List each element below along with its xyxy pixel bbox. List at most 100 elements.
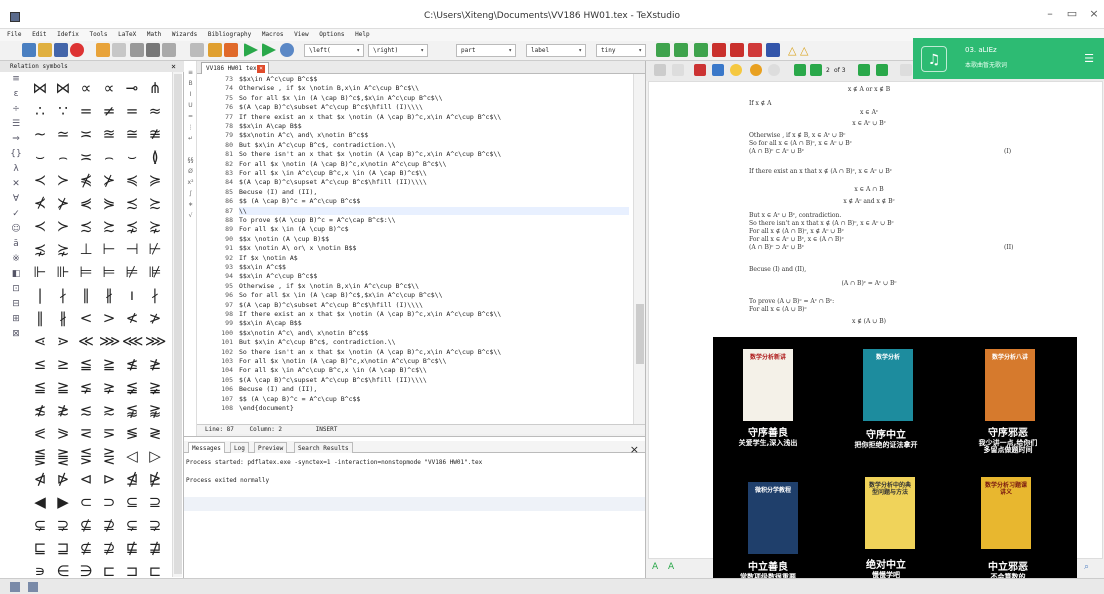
symbol-button[interactable]: ⪌ [53, 445, 73, 467]
code-line[interactable]: If there exist an x that $x \notin (A \c… [239, 113, 501, 121]
compile-icon[interactable] [224, 43, 238, 57]
code-line[interactable]: To prove $(A \cup B)^c = A^c\cap B^c$:\\ [239, 216, 396, 224]
close-button[interactable]: × [1084, 6, 1104, 22]
code-line[interactable]: \\ [239, 206, 629, 215]
symbol-button[interactable]: ⊁ [53, 192, 73, 214]
code-line[interactable]: Becuse (I) and (II), [239, 188, 317, 196]
code-line[interactable]: If $x \notin A$ [239, 254, 298, 262]
symbol-button[interactable]: ≪ [76, 330, 96, 352]
symbol-button[interactable]: ⪋ [30, 445, 50, 467]
code-line[interactable]: $(A \cap B)^c\subset A^c\cup B^c$\hfill … [239, 103, 423, 111]
run-icon[interactable] [244, 43, 258, 57]
symbol-button[interactable]: ⋛ [99, 445, 119, 467]
symbol-button[interactable]: ⪖ [53, 422, 73, 444]
symbol-button[interactable]: ≠ [99, 100, 119, 122]
align-icon[interactable] [748, 43, 762, 57]
format-icon[interactable]: ⋮ [186, 124, 195, 133]
symbol-button[interactable]: ⊸ [122, 77, 142, 99]
symbol-button[interactable]: ≤ [30, 353, 50, 375]
menu-options[interactable]: Options [319, 29, 344, 41]
symbol-button[interactable]: ⋙ [145, 330, 166, 352]
symbol-button[interactable]: ≃ [53, 123, 73, 145]
symbol-button[interactable]: > [99, 307, 119, 329]
symbol-button[interactable]: ⋗ [53, 330, 73, 352]
symbol-button[interactable]: ⋢ [122, 537, 142, 559]
menu-view[interactable]: View [294, 29, 308, 41]
symbol-button[interactable]: ⪊ [145, 399, 165, 421]
format-icon[interactable]: ∗ [186, 201, 195, 210]
symbol-button[interactable]: ⊥ [76, 238, 96, 260]
menu-wizards[interactable]: Wizards [172, 29, 197, 41]
format-icon[interactable]: ↵ [186, 135, 195, 144]
symbol-button[interactable]: ∥ [76, 284, 96, 306]
tab-vv186-hw01[interactable]: VV186 HW01 tex × [201, 62, 269, 74]
symbol-button[interactable]: ≯ [145, 307, 165, 329]
symbol-button[interactable]: ≰ [122, 353, 142, 375]
symbol-category-icon[interactable]: ※ [10, 253, 22, 265]
delete-row-icon[interactable] [712, 43, 726, 57]
code-line[interactable]: $$x\notin A^c\ and\ x\notin B^c$$ [239, 131, 368, 139]
code-line[interactable]: $$x\in A\cap B$$ [239, 122, 302, 130]
symbol-button[interactable]: ⋨ [30, 238, 50, 260]
symbol-button[interactable]: ⊬ [145, 238, 165, 260]
code-line[interactable]: $$x\notin A^c\ and\ x\notin B^c$$ [239, 329, 368, 337]
symbol-button[interactable]: ≦ [76, 353, 96, 375]
symbol-category-icon[interactable]: ÷ [10, 103, 22, 115]
symbol-button[interactable]: ≳ [99, 399, 119, 421]
sectioning-select[interactable]: part ▾ [456, 44, 516, 57]
code-line[interactable]: Otherwise , if $x \notin B,x\in A^c\cup … [239, 84, 419, 92]
symbol-category-icon[interactable]: {} [10, 148, 22, 160]
symbol-button[interactable]: ≴ [30, 399, 50, 421]
symbol-button[interactable]: ≲ [76, 399, 96, 421]
symbol-button[interactable]: ⊊ [122, 514, 142, 536]
symbol-button[interactable]: ⋨ [122, 215, 142, 237]
close-icon[interactable]: × [630, 443, 639, 456]
table-icon[interactable] [656, 43, 670, 57]
code-line[interactable]: If there exist an x that $x \notin (A \c… [239, 310, 501, 318]
symbol-button[interactable]: ⋩ [53, 238, 73, 260]
code-line[interactable]: Otherwise , if $x \notin B,x\in A^c\cup … [239, 282, 419, 290]
symbol-button[interactable]: ⊩ [30, 261, 50, 283]
zoom-icon[interactable] [712, 64, 724, 76]
symbol-button[interactable]: < [76, 307, 96, 329]
symbol-button[interactable]: ∤ [145, 284, 165, 306]
symbol-button[interactable]: ◀ [30, 491, 50, 513]
menu-icon[interactable]: ☰ [1084, 52, 1094, 65]
code-line[interactable]: $(A \cap B)^c\subset A^c\cup B^c$\hfill … [239, 301, 423, 309]
zoom-in-icon[interactable] [750, 64, 762, 76]
format-icon[interactable]: √ [186, 212, 195, 221]
reference-select[interactable]: label ▾ [526, 44, 586, 57]
tab-log[interactable]: Log [230, 442, 249, 453]
symbol-button[interactable]: ≵ [53, 399, 73, 421]
view-pdf-icon[interactable] [262, 43, 276, 57]
symbol-button[interactable]: ≊ [99, 123, 119, 145]
symbol-button[interactable]: ⊳ [99, 468, 119, 490]
symbol-button[interactable]: ⊁ [99, 169, 119, 191]
symbol-button[interactable]: ⋭ [145, 468, 165, 490]
code-line[interactable]: For all $x \in (A \cup B)^c$ [239, 225, 349, 233]
menu-bibliography[interactable]: Bibliography [208, 29, 251, 41]
format-icon[interactable]: = [186, 113, 195, 122]
code-editor[interactable]: 73 $$x\in A^c\cup B^c$$ 74 Otherwise , if $… [197, 74, 633, 424]
symbol-button[interactable]: ⊆ [122, 491, 142, 513]
symbol-button[interactable]: ⊯ [145, 261, 165, 283]
menu-math[interactable]: Math [147, 29, 161, 41]
row-icon[interactable] [694, 43, 708, 57]
prev-page-icon[interactable] [810, 64, 822, 76]
format-icon[interactable] [186, 146, 195, 155]
code-line[interactable]: $$x\in A^c$$ [239, 263, 286, 271]
symbol-button[interactable]: ⋔ [145, 77, 165, 99]
font-size-select[interactable]: tiny ▾ [596, 44, 646, 57]
code-line[interactable]: $$ (A \cap B)^c = A^c\cup B^c$$ [239, 395, 360, 403]
symbol-button[interactable]: ⌢ [99, 146, 119, 168]
pdf-window-icon[interactable] [900, 64, 912, 76]
symbol-category-icon[interactable]: ⊟ [10, 298, 22, 310]
symbol-button[interactable]: ∦ [99, 284, 119, 306]
symbol-button[interactable]: ∝ [76, 77, 96, 99]
scroll-thumb[interactable] [636, 304, 644, 364]
symbol-category-icon[interactable]: ∀ [10, 193, 22, 205]
symbol-button[interactable]: ⋈ [30, 77, 50, 99]
code-line[interactable]: But $x\in A^c\cup B^c$, contradiction.\\ [239, 338, 396, 346]
format-icon[interactable]: Ø [186, 168, 195, 177]
symbol-category-icon[interactable]: ≡ [10, 73, 22, 85]
